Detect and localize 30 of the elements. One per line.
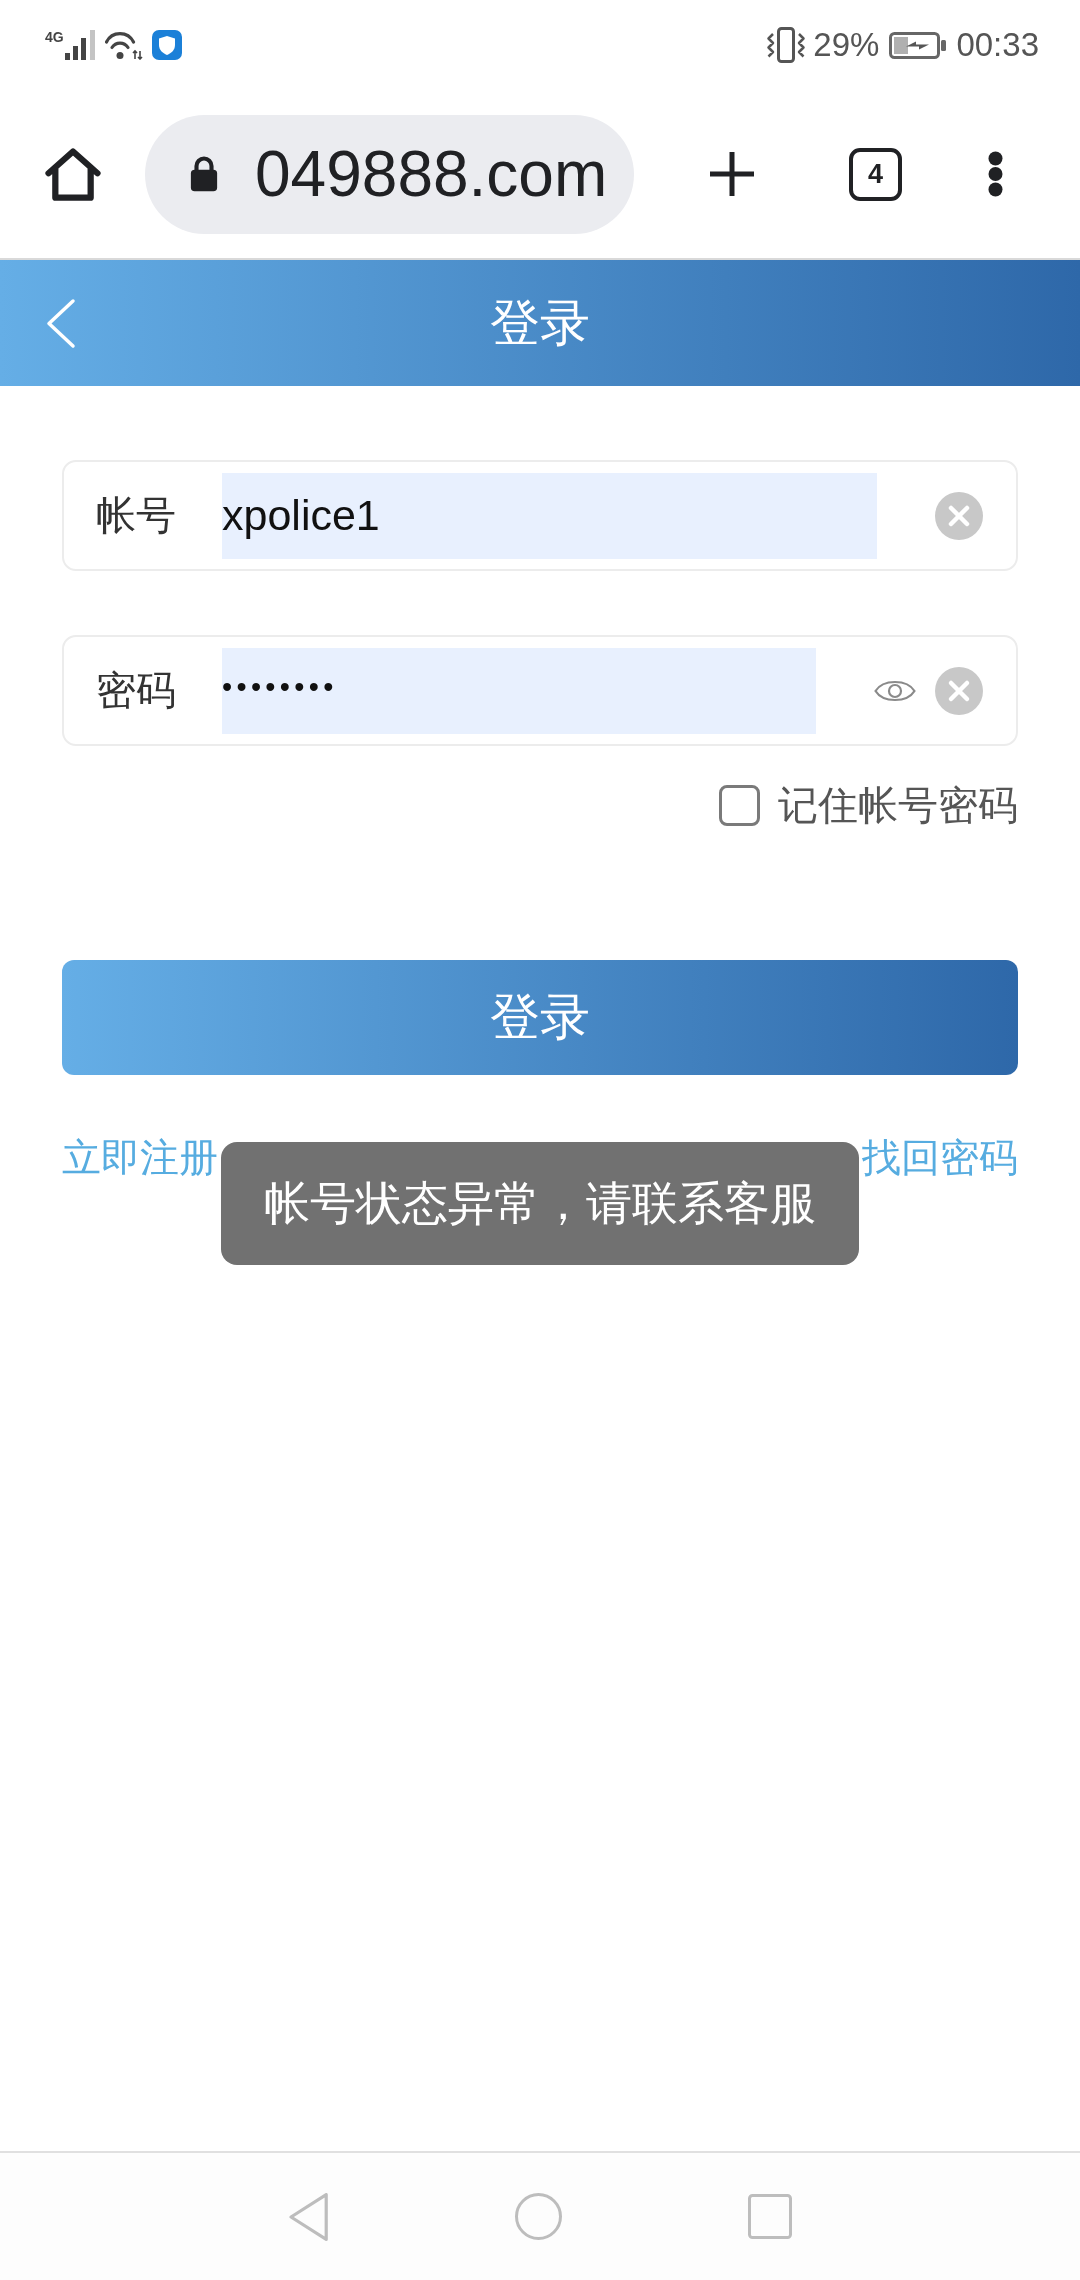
nav-back-icon[interactable] [288, 2192, 329, 2241]
lock-icon [189, 155, 219, 193]
signal-icon [64, 30, 96, 60]
plus-icon[interactable] [708, 150, 756, 198]
network-type-label: 4G [45, 30, 64, 44]
tab-switcher-button[interactable]: 4 [849, 147, 902, 201]
wifi-icon [104, 30, 143, 60]
battery-icon [889, 31, 947, 59]
home-icon[interactable] [45, 147, 101, 201]
clear-icon[interactable] [935, 491, 983, 540]
password-field[interactable]: •••••••• [222, 647, 816, 734]
shield-icon [151, 30, 182, 60]
menu-icon[interactable] [988, 151, 1003, 197]
eye-icon[interactable] [874, 679, 916, 702]
field-label: 帐号 [96, 491, 177, 540]
nav-square-icon[interactable] [748, 2194, 792, 2239]
chevron-left-icon[interactable] [45, 297, 76, 349]
header-title: 登录 [490, 293, 590, 353]
input-field[interactable]: xpolice1 [222, 472, 877, 559]
field-label: 密码 [96, 666, 177, 715]
login-button[interactable]: 登录 [62, 960, 1018, 1075]
checkbox-label[interactable]: 记住帐号密码 [778, 778, 1018, 833]
nav-home-icon[interactable] [515, 2193, 562, 2240]
remember-checkbox[interactable] [719, 785, 760, 826]
clock-time: 00:33 [956, 27, 1039, 63]
clear-icon[interactable] [935, 666, 983, 715]
vibrate-icon [766, 27, 807, 63]
address-bar[interactable]: 049888.com [145, 114, 634, 234]
toast-message: 帐号状态异常，请联系客服 [221, 1142, 859, 1265]
battery-percent: 29% [813, 27, 880, 63]
